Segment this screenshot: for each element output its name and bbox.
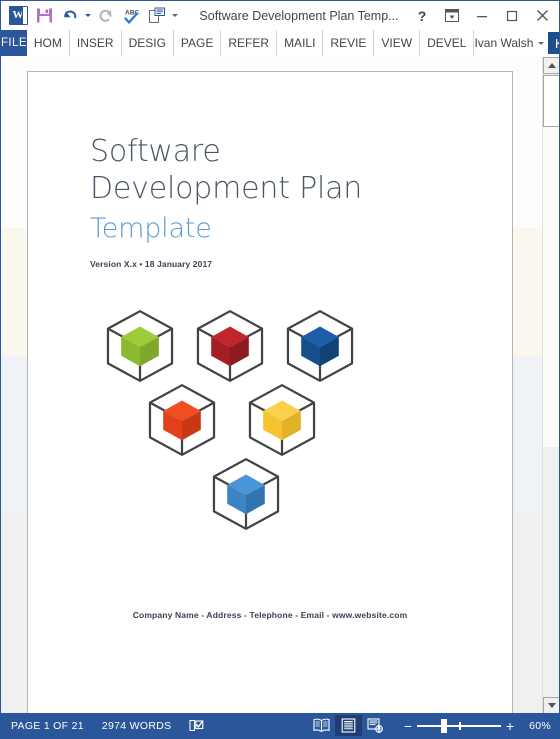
status-bar: PAGE 1 OF 21 2974 WORDS − + 60% xyxy=(1,713,559,738)
tab-review[interactable]: REVIE xyxy=(323,30,375,56)
scroll-up-icon[interactable] xyxy=(543,57,559,74)
cube-lightblue xyxy=(210,455,282,533)
document-page[interactable]: Software Development Plan Template Versi… xyxy=(27,71,513,714)
tab-mailings[interactable]: MAILI xyxy=(277,30,324,56)
tab-insert[interactable]: INSER xyxy=(70,30,122,56)
cube-row-1 xyxy=(104,307,404,385)
word-app-icon[interactable] xyxy=(5,4,31,28)
zoom-in-button[interactable]: + xyxy=(501,716,519,736)
ribbon-tab-bar: FILE HOM INSER DESIG PAGE REFER MAILI RE… xyxy=(1,30,559,57)
tab-file[interactable]: FILE xyxy=(1,30,27,56)
avatar[interactable]: K xyxy=(548,32,559,54)
minimize-icon[interactable] xyxy=(467,3,497,29)
word-count[interactable]: 2974 WORDS xyxy=(102,720,172,732)
cube-row-3 xyxy=(210,455,404,533)
doc-title-line-1: Software xyxy=(90,134,221,169)
cube-green xyxy=(104,307,176,385)
doc-version-line: Version X.x • 18 January 2017 xyxy=(90,258,213,269)
cube-orange xyxy=(146,381,218,459)
zoom-slider-thumb[interactable] xyxy=(441,718,448,733)
account-dropdown-icon[interactable] xyxy=(536,34,545,52)
help-icon[interactable]: ? xyxy=(407,3,437,29)
scroll-down-icon[interactable] xyxy=(543,697,559,714)
document-canvas: Software Development Plan Template Versi… xyxy=(1,57,559,714)
zoom-control: − + xyxy=(399,716,519,736)
print-layout-view-button[interactable] xyxy=(335,715,363,736)
undo-icon[interactable] xyxy=(57,4,83,28)
tab-home[interactable]: HOM xyxy=(27,30,70,56)
tab-developer[interactable]: DEVEL xyxy=(420,30,475,56)
title-bar: ABC Software Development Plan Temp... ? xyxy=(1,1,559,30)
undo-dropdown-icon[interactable] xyxy=(83,7,92,25)
zoom-out-button[interactable]: − xyxy=(399,716,417,736)
user-name-label: Ivan Walsh xyxy=(474,36,534,50)
spelling-grammar-icon[interactable]: ABC xyxy=(118,4,144,28)
cube-darkred xyxy=(194,307,266,385)
tab-references[interactable]: REFER xyxy=(221,30,278,56)
document-title: Software Development Plan Temp... xyxy=(199,8,399,23)
print-preview-icon[interactable] xyxy=(144,4,170,28)
close-icon[interactable] xyxy=(527,3,557,29)
tab-page-layout[interactable]: PAGE xyxy=(174,30,222,56)
window-controls: ? xyxy=(407,3,557,29)
cube-yellow xyxy=(246,381,318,459)
zoom-slider-midpoint-tick xyxy=(459,721,461,730)
quick-access-toolbar: ABC xyxy=(5,4,179,28)
cube-blue xyxy=(284,307,356,385)
doc-title-line-2: Development Plan xyxy=(90,170,363,206)
customize-qat-icon[interactable] xyxy=(170,7,179,25)
vertical-scrollbar[interactable] xyxy=(542,57,559,714)
word-window: ABC Software Development Plan Temp... ? xyxy=(0,0,560,739)
doc-footer-line: Company Name - Address - Telephone - Ema… xyxy=(132,610,408,620)
read-mode-view-button[interactable] xyxy=(308,715,335,736)
page-indicator[interactable]: PAGE 1 OF 21 xyxy=(11,720,84,732)
maximize-icon[interactable] xyxy=(497,3,527,29)
tab-design[interactable]: DESIG xyxy=(122,30,174,56)
tab-view[interactable]: VIEW xyxy=(374,30,421,56)
scrollbar-thumb[interactable] xyxy=(543,75,559,127)
redo-icon[interactable] xyxy=(92,4,118,28)
zoom-level-label[interactable]: 60% xyxy=(529,720,551,732)
web-layout-view-button[interactable] xyxy=(362,715,389,736)
scrollbar-track[interactable] xyxy=(543,127,559,447)
account-area: Ivan Walsh K xyxy=(474,30,559,56)
cube-graphic-group xyxy=(104,307,404,533)
proofing-errors-icon[interactable] xyxy=(189,719,204,733)
status-bar-right: − + 60% xyxy=(308,715,551,736)
cube-row-2 xyxy=(146,381,404,459)
zoom-slider[interactable] xyxy=(417,716,502,736)
save-icon[interactable] xyxy=(31,4,57,28)
doc-subtitle: Template xyxy=(90,212,212,244)
ribbon-display-options-icon[interactable] xyxy=(437,3,467,29)
